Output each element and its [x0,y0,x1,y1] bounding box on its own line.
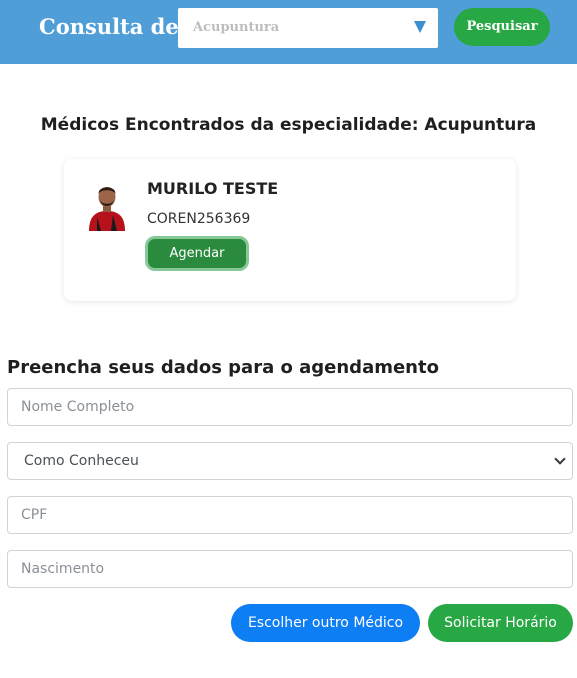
doctor-name: MURILO TESTE [147,179,279,198]
referral-selected-value: Como Conheceu [24,453,139,469]
specialty-select[interactable]: Acupuntura [178,8,438,48]
search-button[interactable]: Pesquisar [454,8,550,46]
results-title: Médicos Encontrados da especialidade: Ac… [40,115,537,135]
doctor-avatar [89,187,125,231]
chevron-down-icon [554,453,566,465]
form-title: Preencha seus dados para o agendamento [7,357,439,378]
doctor-registration: COREN256369 [147,211,251,227]
schedule-button[interactable]: Agendar [145,236,249,271]
doctor-card: MURILO TESTE COREN256369 Agendar [64,159,516,301]
choose-other-doctor-button[interactable]: Escolher outro Médico [231,604,420,642]
referral-select[interactable]: Como Conheceu [7,442,573,480]
cpf-input[interactable]: CPF [7,496,573,534]
top-header: Consulta de Acupuntura Pesquisar [0,0,577,64]
brand-title: Consulta de [39,14,179,39]
request-time-button[interactable]: Solicitar Horário [428,604,573,642]
birthdate-placeholder: Nascimento [21,561,105,577]
triangle-down-icon [414,21,426,33]
birthdate-input[interactable]: Nascimento [7,550,573,588]
full-name-input[interactable]: Nome Completo [7,388,573,426]
specialty-selected-value: Acupuntura [193,20,280,35]
cpf-placeholder: CPF [21,507,48,523]
full-name-placeholder: Nome Completo [21,399,135,415]
